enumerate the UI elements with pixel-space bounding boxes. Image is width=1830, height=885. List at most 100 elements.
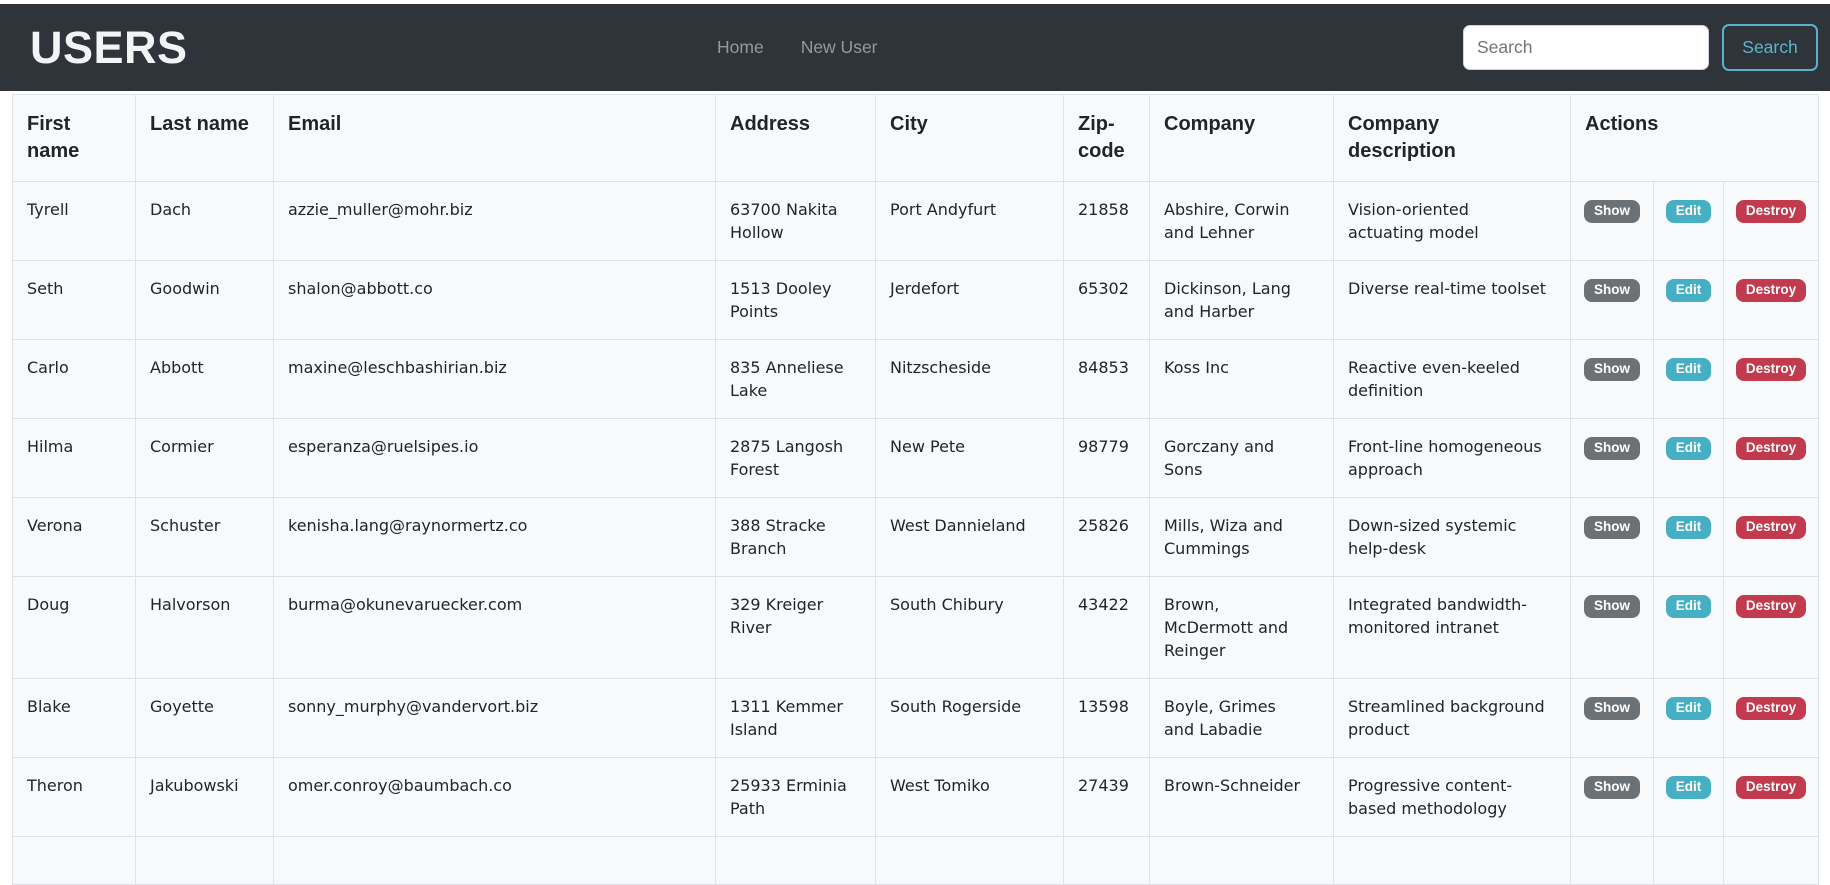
cell-first-name: Carlo <box>13 340 136 419</box>
users-table: First name Last name Email Address City … <box>12 94 1819 885</box>
app-title: USERS <box>30 25 188 70</box>
edit-button[interactable]: Edit <box>1666 358 1712 381</box>
cell-company: Koss Inc <box>1150 340 1334 419</box>
cell-city: South Chibury <box>876 577 1064 679</box>
cell-zip-code: 27439 <box>1064 758 1150 837</box>
edit-button[interactable]: Edit <box>1666 776 1712 799</box>
cell-address: 388 Stracke Branch <box>716 498 876 577</box>
table-row: Blake Goyette sonny_murphy@vandervort.bi… <box>13 679 1819 758</box>
cell-email: azzie_muller@mohr.biz <box>274 182 716 261</box>
cell-city: South Rogerside <box>876 679 1064 758</box>
cell-company-description: Diverse real-time toolset <box>1334 261 1571 340</box>
cell-company-description: Front-line homogeneous approach <box>1334 419 1571 498</box>
cell-address: 329 Kreiger River <box>716 577 876 679</box>
cell-email: esperanza@ruelsipes.io <box>274 419 716 498</box>
search-button[interactable]: Search <box>1722 24 1818 71</box>
table-row: Verona Schuster kenisha.lang@raynormertz… <box>13 498 1819 577</box>
cell-company: Mills, Wiza and Cummings <box>1150 498 1334 577</box>
header-last-name: Last name <box>136 95 274 182</box>
cell-first-name: Blake <box>13 679 136 758</box>
users-table-container: First name Last name Email Address City … <box>0 91 1830 885</box>
destroy-button[interactable]: Destroy <box>1736 776 1806 799</box>
cell-zip-code: 13598 <box>1064 679 1150 758</box>
nav-link-home[interactable]: Home <box>717 37 764 58</box>
cell-last-name: Halvorson <box>136 577 274 679</box>
show-button[interactable]: Show <box>1584 358 1640 381</box>
cell-address: 25933 Erminia Path <box>716 758 876 837</box>
cell-address: 2875 Langosh Forest <box>716 419 876 498</box>
show-button[interactable]: Show <box>1584 437 1640 460</box>
cell-email: maxine@leschbashirian.biz <box>274 340 716 419</box>
cell-first-name: Seth <box>13 261 136 340</box>
search-input[interactable] <box>1463 25 1709 70</box>
cell-first-name: Theron <box>13 758 136 837</box>
show-button[interactable]: Show <box>1584 516 1640 539</box>
edit-button[interactable]: Edit <box>1666 279 1712 302</box>
cell-company-description: Vision-oriented actuating model <box>1334 182 1571 261</box>
cell-company-description: Streamlined background product <box>1334 679 1571 758</box>
cell-company: Brown-Schneider <box>1150 758 1334 837</box>
cell-last-name: Cormier <box>136 419 274 498</box>
cell-email: sonny_murphy@vandervort.biz <box>274 679 716 758</box>
cell-zip-code: 84853 <box>1064 340 1150 419</box>
destroy-button[interactable]: Destroy <box>1736 200 1806 223</box>
cell-first-name: Doug <box>13 577 136 679</box>
header-company-description: Company description <box>1334 95 1571 182</box>
cell-email: burma@okunevaruecker.com <box>274 577 716 679</box>
table-row-partial <box>13 837 1819 885</box>
show-button[interactable]: Show <box>1584 200 1640 223</box>
cell-address: 1311 Kemmer Island <box>716 679 876 758</box>
header-zip-code: Zip-code <box>1064 95 1150 182</box>
cell-zip-code: 21858 <box>1064 182 1150 261</box>
cell-zip-code: 43422 <box>1064 577 1150 679</box>
cell-last-name: Goodwin <box>136 261 274 340</box>
edit-button[interactable]: Edit <box>1666 200 1712 223</box>
cell-email: kenisha.lang@raynormertz.co <box>274 498 716 577</box>
cell-company-description: Down-sized systemic help-desk <box>1334 498 1571 577</box>
header-address: Address <box>716 95 876 182</box>
cell-city: Jerdefort <box>876 261 1064 340</box>
cell-zip-code: 65302 <box>1064 261 1150 340</box>
destroy-button[interactable]: Destroy <box>1736 279 1806 302</box>
edit-button[interactable]: Edit <box>1666 595 1712 618</box>
cell-city: New Pete <box>876 419 1064 498</box>
cell-company: Abshire, Corwin and Lehner <box>1150 182 1334 261</box>
destroy-button[interactable]: Destroy <box>1736 595 1806 618</box>
show-button[interactable]: Show <box>1584 697 1640 720</box>
cell-company: Boyle, Grimes and Labadie <box>1150 679 1334 758</box>
table-row: Seth Goodwin shalon@abbott.co 1513 Doole… <box>13 261 1819 340</box>
cell-company: Dickinson, Lang and Harber <box>1150 261 1334 340</box>
cell-company-description: Progressive content-based methodology <box>1334 758 1571 837</box>
show-button[interactable]: Show <box>1584 595 1640 618</box>
table-row: Theron Jakubowski omer.conroy@baumbach.c… <box>13 758 1819 837</box>
edit-button[interactable]: Edit <box>1666 516 1712 539</box>
cell-company-description: Integrated bandwidth-monitored intranet <box>1334 577 1571 679</box>
destroy-button[interactable]: Destroy <box>1736 437 1806 460</box>
destroy-button[interactable]: Destroy <box>1736 516 1806 539</box>
header-company: Company <box>1150 95 1334 182</box>
cell-address: 63700 Nakita Hollow <box>716 182 876 261</box>
cell-email: omer.conroy@baumbach.co <box>274 758 716 837</box>
cell-company-description: Reactive even-keeled definition <box>1334 340 1571 419</box>
cell-last-name: Abbott <box>136 340 274 419</box>
cell-city: West Dannieland <box>876 498 1064 577</box>
cell-zip-code: 98779 <box>1064 419 1150 498</box>
table-row: Carlo Abbott maxine@leschbashirian.biz 8… <box>13 340 1819 419</box>
cell-city: Nitzscheside <box>876 340 1064 419</box>
edit-button[interactable]: Edit <box>1666 697 1712 720</box>
table-row: Hilma Cormier esperanza@ruelsipes.io 287… <box>13 419 1819 498</box>
show-button[interactable]: Show <box>1584 776 1640 799</box>
edit-button[interactable]: Edit <box>1666 437 1712 460</box>
cell-last-name: Goyette <box>136 679 274 758</box>
show-button[interactable]: Show <box>1584 279 1640 302</box>
cell-last-name: Dach <box>136 182 274 261</box>
nav-link-new-user[interactable]: New User <box>801 37 878 58</box>
cell-address: 1513 Dooley Points <box>716 261 876 340</box>
header-city: City <box>876 95 1064 182</box>
main-nav: Home New User <box>717 4 878 91</box>
destroy-button[interactable]: Destroy <box>1736 358 1806 381</box>
header-email: Email <box>274 95 716 182</box>
cell-city: Port Andyfurt <box>876 182 1064 261</box>
destroy-button[interactable]: Destroy <box>1736 697 1806 720</box>
table-row: Tyrell Dach azzie_muller@mohr.biz 63700 … <box>13 182 1819 261</box>
